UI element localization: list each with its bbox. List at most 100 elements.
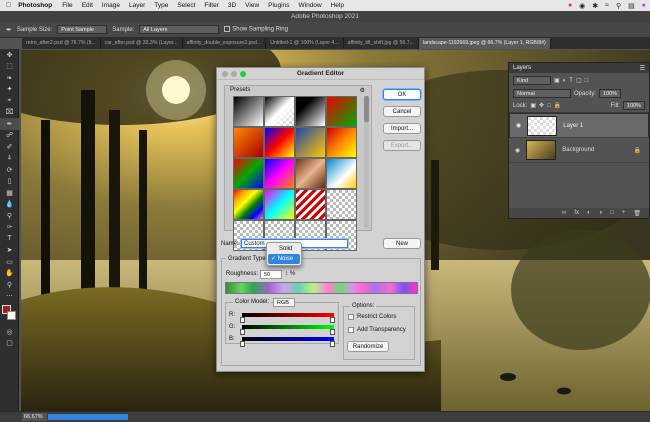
preset-swatch[interactable] xyxy=(295,158,326,189)
menu-3d[interactable]: 3D xyxy=(228,2,236,9)
blue-channel-slider[interactable] xyxy=(242,337,334,341)
close-window-icon[interactable] xyxy=(222,71,228,77)
lock-position-icon[interactable]: ✥ xyxy=(539,102,544,109)
red-max-thumb[interactable] xyxy=(330,317,335,323)
layer-row-layer-1[interactable]: ◉ Layer 1 xyxy=(509,113,649,138)
creative-cloud-icon[interactable]: ● xyxy=(568,2,572,9)
filter-kind-select[interactable]: Kind xyxy=(513,76,551,85)
menu-plugins[interactable]: Plugins xyxy=(268,2,289,9)
red-min-thumb[interactable] xyxy=(240,317,245,323)
menu-filter[interactable]: Filter xyxy=(204,2,218,9)
preset-swatch[interactable] xyxy=(264,127,295,158)
green-channel-slider[interactable] xyxy=(242,325,334,329)
import-button[interactable]: Import... xyxy=(383,123,421,134)
adjustment-layer-icon[interactable]: ◑ xyxy=(599,210,603,216)
preset-swatch[interactable] xyxy=(326,189,357,220)
preset-swatch[interactable] xyxy=(233,96,264,127)
tab-untitled-1[interactable]: Untitled-1 @ 100% (Layer 4... xyxy=(266,38,344,49)
cancel-button[interactable]: Cancel xyxy=(383,106,421,117)
zoom-tool-icon[interactable]: ⚲ xyxy=(0,279,19,291)
siri-icon[interactable]: ● xyxy=(642,2,646,9)
tab-landscape[interactable]: landscape-1192669.jpeg @ 66.7% (Layer 1,… xyxy=(418,38,551,49)
visibility-eye-icon[interactable]: ◉ xyxy=(515,147,520,154)
noise-gradient-preview[interactable] xyxy=(225,282,418,294)
blue-min-thumb[interactable] xyxy=(240,341,245,347)
healing-brush-icon[interactable]: ☍ xyxy=(0,130,19,142)
preset-swatch[interactable] xyxy=(326,96,357,127)
status-icon[interactable]: ◉ xyxy=(579,2,585,10)
tab-car-after[interactable]: car_after.psd @ 33.3% (Layer... xyxy=(101,38,183,49)
ok-button[interactable]: OK xyxy=(383,89,421,100)
brush-tool-icon[interactable]: ✐ xyxy=(0,141,19,153)
preset-swatch[interactable] xyxy=(264,189,295,220)
background-color-swatch[interactable] xyxy=(7,311,16,320)
eraser-tool-icon[interactable]: ▯ xyxy=(0,176,19,188)
menu-select[interactable]: Select xyxy=(177,2,195,9)
preset-swatch[interactable] xyxy=(233,127,264,158)
layers-tab[interactable]: Layers xyxy=(513,65,531,71)
marquee-tool-icon[interactable]: ⬚ xyxy=(0,61,19,73)
menu-window[interactable]: Window xyxy=(298,2,321,9)
add-mask-icon[interactable]: ◐ xyxy=(587,210,591,216)
bluetooth-icon[interactable]: ✱ xyxy=(592,2,598,10)
roughness-field[interactable]: 50 xyxy=(260,270,282,279)
tab-retro-after2[interactable]: retro_after2.psd @ 76.7% (lt... xyxy=(22,38,101,49)
blend-mode-select[interactable]: Normal xyxy=(513,89,571,98)
presets-scrollbar[interactable] xyxy=(364,96,369,228)
blur-tool-icon[interactable]: 💧 xyxy=(0,199,19,211)
restrict-colors-checkbox[interactable]: Restrict Colors xyxy=(348,314,396,320)
app-menu[interactable]: Photoshop xyxy=(18,2,52,9)
layer-row-background[interactable]: ◉ Background 🔒 xyxy=(509,138,649,163)
quick-select-tool-icon[interactable]: ✦ xyxy=(0,84,19,96)
shape-tool-icon[interactable]: ▭ xyxy=(0,256,19,268)
fx-icon[interactable]: fx xyxy=(574,210,579,216)
gradient-tool-icon[interactable]: ▦ xyxy=(0,187,19,199)
new-button[interactable]: New xyxy=(383,238,421,249)
add-transparency-checkbox[interactable]: Add Transparency xyxy=(348,327,406,333)
menu-type[interactable]: Type xyxy=(154,2,168,9)
export-button[interactable]: Export... xyxy=(383,140,421,151)
lock-all-icon[interactable]: 🔒 xyxy=(554,102,561,109)
menu-layer[interactable]: Layer xyxy=(129,2,145,9)
preset-swatch[interactable] xyxy=(295,127,326,158)
green-min-thumb[interactable] xyxy=(240,329,245,335)
gradient-type-option-noise[interactable]: ✓ Noise xyxy=(268,254,300,264)
control-center-icon[interactable]: ▤ xyxy=(628,2,635,10)
preset-swatch[interactable] xyxy=(233,189,264,220)
menu-file[interactable]: File xyxy=(62,2,72,9)
zoom-level-field[interactable]: 66.67% xyxy=(22,413,47,421)
red-channel-slider[interactable] xyxy=(242,313,334,317)
randomize-button[interactable]: Randomize xyxy=(347,341,389,352)
move-tool-icon[interactable]: ✥ xyxy=(0,49,19,61)
filter-smart-icon[interactable]: □ xyxy=(585,78,589,84)
fill-field[interactable]: 100% xyxy=(622,101,645,110)
delete-layer-icon[interactable]: 🗑 xyxy=(633,210,641,217)
green-max-thumb[interactable] xyxy=(330,329,335,335)
preset-swatch[interactable] xyxy=(295,96,326,127)
sample-size-select[interactable]: Point Sample xyxy=(57,25,108,34)
preset-swatch[interactable] xyxy=(326,127,357,158)
menu-view[interactable]: View xyxy=(245,2,259,9)
preset-swatch[interactable] xyxy=(264,96,295,127)
visibility-eye-icon[interactable]: ◉ xyxy=(516,122,521,130)
preset-swatch[interactable] xyxy=(326,158,357,189)
type-tool-icon[interactable]: T xyxy=(0,233,19,245)
pen-tool-icon[interactable]: ✑ xyxy=(0,222,19,234)
quick-mask-icon[interactable]: ◎ xyxy=(0,326,19,338)
hand-tool-icon[interactable]: ✋ xyxy=(0,268,19,280)
crop-tool-icon[interactable]: ⌖ xyxy=(0,95,19,107)
new-layer-icon[interactable]: + xyxy=(622,210,626,216)
show-sampling-ring-checkbox[interactable]: Show Sampling Ring xyxy=(224,26,288,33)
tab-affinity-double-exposure[interactable]: affinity_double_exposure2.psd... xyxy=(183,38,267,49)
clone-stamp-icon[interactable]: ⍋ xyxy=(0,153,19,165)
preset-swatch[interactable] xyxy=(233,158,264,189)
filter-pixel-icon[interactable]: ▣ xyxy=(554,77,560,84)
history-brush-icon[interactable]: ⟳ xyxy=(0,164,19,176)
presets-settings-icon[interactable]: ⚙ xyxy=(360,87,365,94)
new-group-icon[interactable]: □ xyxy=(610,210,614,216)
filter-shape-icon[interactable]: ▢ xyxy=(576,77,582,84)
preset-swatch[interactable] xyxy=(295,189,326,220)
preset-swatch[interactable] xyxy=(264,158,295,189)
opacity-field[interactable]: 100% xyxy=(599,89,622,98)
path-select-icon[interactable]: ➤ xyxy=(0,245,19,257)
